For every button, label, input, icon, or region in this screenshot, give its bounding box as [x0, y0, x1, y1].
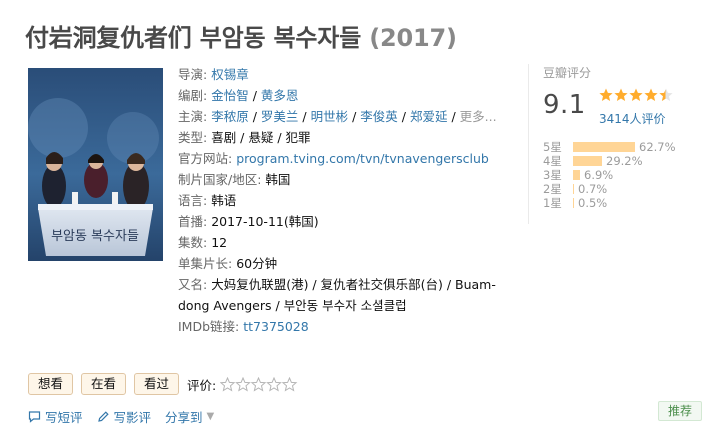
runtime-row: 单集片长: 60分钟: [178, 253, 508, 274]
rating-breakdown: 5星 62.7% 4星 29.2% 3星 6.9% 2星 0.7% 1星 0.5%: [543, 140, 713, 210]
info-panel: 导演: 权锡章 编剧: 金怡智 / 黄多恩 主演: 李秾原 / 罗美兰 / 明世…: [178, 64, 508, 337]
rating-bar: [573, 184, 574, 194]
pencil-icon: [97, 411, 109, 422]
rating-bar-row: 1星 0.5%: [543, 196, 713, 210]
language-row: 语言: 韩语: [178, 190, 508, 211]
rating-bar: [573, 156, 602, 166]
official-site-link[interactable]: program.tving.com/tvn/tvnavengersclub: [236, 151, 489, 166]
rating-score: 9.1: [543, 90, 586, 120]
rating-bar: [573, 198, 574, 208]
rate-label: 评价:: [187, 377, 217, 393]
writer-row: 编剧: 金怡智 / 黄多恩: [178, 88, 299, 103]
rating-bar-row: 2星 0.7%: [543, 182, 713, 196]
cast-row: 主演: 李秾原 / 罗美兰 / 明世彬 / 李俊英 / 郑爱延 / 更多...: [178, 109, 497, 124]
director-label: 导演:: [178, 67, 208, 82]
rating-bar-percent: 0.7%: [578, 182, 608, 196]
empty-star-icon[interactable]: [220, 376, 298, 392]
rating-bar-percent: 62.7%: [639, 140, 676, 154]
rating-bar: [573, 170, 580, 180]
episodes-label: 集数:: [178, 235, 208, 250]
title-main: 付岩洞复仇者们 부암동 복수자들: [25, 24, 362, 52]
rating-bar-row: 5星 62.7%: [543, 140, 713, 154]
star-icon: [599, 88, 658, 101]
cast-link[interactable]: 李秾原: [211, 109, 249, 124]
user-rating-stars[interactable]: [220, 376, 298, 392]
poster-art: 부암동 복수자들: [28, 68, 163, 261]
share-label: 分享到: [165, 410, 203, 425]
share-dropdown[interactable]: 分享到 ▼: [165, 407, 214, 426]
watching-button[interactable]: 在看: [81, 373, 127, 395]
page-title: 付岩洞复仇者们 부암동 복수자들 (2017): [25, 18, 457, 53]
rating-panel: 豆瓣评分 9.1 3414人评价 5星 62.7% 4星 29.2% 3星 6.9% 2星 0…: [528, 64, 708, 224]
rating-stars: [599, 88, 673, 101]
bottom-links: 写短评 写影评 分享到 ▼: [28, 407, 228, 426]
cast-link[interactable]: 郑爱延: [410, 109, 448, 124]
episodes-row: 集数: 12: [178, 232, 508, 253]
rating-bar-percent: 29.2%: [606, 154, 643, 168]
language-label: 语言:: [178, 193, 208, 208]
writer-link[interactable]: 黄多恩: [261, 88, 299, 103]
title-year: (2017): [369, 24, 457, 52]
cast-link[interactable]: 李俊英: [360, 109, 398, 124]
cast-link[interactable]: 明世彬: [311, 109, 349, 124]
country-value: 韩国: [265, 172, 291, 187]
write-short-review-label: 写短评: [45, 410, 83, 425]
watched-button[interactable]: 看过: [134, 373, 180, 395]
imdb-row: IMDb链接: tt7375028: [178, 316, 508, 337]
premiere-row: 首播: 2017-10-11(韩国): [178, 211, 508, 232]
cast-label: 主演:: [178, 109, 208, 124]
premiere-label: 首播:: [178, 214, 208, 229]
write-review-label: 写影评: [113, 410, 152, 425]
site-label: 官方网站:: [178, 151, 233, 166]
genre-value: 喜剧 / 悬疑 / 犯罪: [211, 130, 311, 145]
premiere-value: 2017-10-11(韩国): [211, 214, 319, 229]
aka-value: 大妈复仇联盟(港) / 复仇者社交俱乐部(台) / Buam-dong Aven…: [178, 277, 496, 313]
write-short-review-link[interactable]: 写短评: [28, 407, 83, 426]
recommend-button[interactable]: 推荐: [658, 401, 702, 421]
site-row: 官方网站: program.tving.com/tvn/tvnavengersc…: [178, 148, 508, 169]
rating-bar-percent: 6.9%: [584, 168, 614, 182]
writer-label: 编剧:: [178, 88, 208, 103]
genre-label: 类型:: [178, 130, 208, 145]
episodes-value: 12: [211, 235, 228, 250]
action-bar: 想看 在看 看过 评价:: [28, 373, 298, 395]
rating-bar-label: 1星: [543, 196, 562, 210]
rating-bar-row: 3星 6.9%: [543, 168, 713, 182]
comment-icon: [28, 411, 41, 423]
runtime-label: 单集片长:: [178, 256, 233, 271]
imdb-link[interactable]: tt7375028: [243, 319, 308, 334]
rating-label: 豆瓣评分: [543, 66, 592, 80]
country-label: 制片国家/地区:: [178, 172, 262, 187]
genre-row: 类型: 喜剧 / 悬疑 / 犯罪: [178, 127, 508, 148]
aka-row: 又名: 大妈复仇联盟(港) / 复仇者社交俱乐部(台) / Buam-dong …: [178, 274, 508, 316]
director-link[interactable]: 权锡章: [211, 67, 249, 82]
votes-link[interactable]: 3414人评价: [599, 110, 666, 127]
rating-bar: [573, 142, 635, 152]
imdb-label: IMDb链接:: [178, 319, 240, 334]
language-value: 韩语: [211, 193, 237, 208]
rating-bar-percent: 0.5%: [578, 196, 608, 210]
poster-title-text: 부암동 복수자들: [51, 229, 139, 244]
writer-link[interactable]: 金怡智: [211, 88, 249, 103]
rating-bar-row: 4星 29.2%: [543, 154, 713, 168]
write-review-link[interactable]: 写影评: [97, 407, 152, 426]
want-to-watch-button[interactable]: 想看: [28, 373, 74, 395]
half-star-icon: [659, 88, 673, 101]
poster-image[interactable]: 부암동 복수자들: [28, 68, 163, 261]
chevron-down-icon: ▼: [206, 411, 215, 422]
cast-more-link[interactable]: 更多...: [460, 109, 497, 124]
director-row: 导演: 权锡章: [178, 64, 508, 85]
aka-label: 又名:: [178, 277, 208, 292]
cast-link[interactable]: 罗美兰: [261, 109, 299, 124]
runtime-value: 60分钟: [236, 256, 278, 271]
country-row: 制片国家/地区: 韩国: [178, 169, 508, 190]
